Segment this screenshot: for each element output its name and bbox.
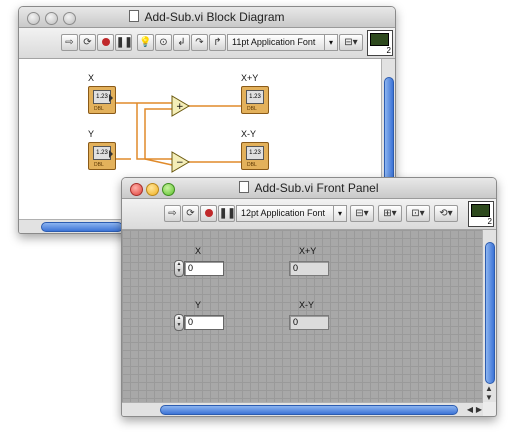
x-control-label: X xyxy=(195,246,202,256)
sum-terminal-type: DBL xyxy=(247,106,257,112)
chevron-down-icon: ▾ xyxy=(333,206,346,221)
y-control-terminal[interactable]: 1.23 DBL xyxy=(88,142,116,170)
run-continuously-button[interactable]: ⟳ xyxy=(79,34,96,51)
stop-icon xyxy=(101,38,110,46)
pause-button[interactable]: ❚❚ xyxy=(115,34,133,51)
add-symbol: + xyxy=(176,102,184,112)
sum-indicator-terminal[interactable]: 1.23 DBL xyxy=(241,86,269,114)
front-panel-canvas[interactable]: X ▲ ▼ 0 Y ▲ ▼ 0 X+Y 0 X-Y 0 xyxy=(122,230,482,402)
reorder-button[interactable]: ⟲▾ xyxy=(434,205,458,222)
front-panel-window: Add-Sub.vi Front Panel ⇨ ⟳ ❚❚ 12pt Appli… xyxy=(121,177,497,417)
x-control-terminal[interactable]: 1.23 DBL xyxy=(88,86,116,114)
chevron-down-icon: ▾ xyxy=(324,35,337,50)
x-terminal-label: X xyxy=(88,73,95,83)
horizontal-scroll-thumb[interactable] xyxy=(160,405,458,415)
front-panel-titlebar[interactable]: Add-Sub.vi Front Panel xyxy=(122,178,496,199)
vi-icon[interactable]: 2 xyxy=(468,201,494,227)
front-panel-toolbar: ⇨ ⟳ ❚❚ 12pt Application Font ▾ ⊟▾ ⊞▾ ⊡▾ ⟲… xyxy=(122,199,496,230)
scroll-right-arrow-icon[interactable]: ▶ xyxy=(476,405,482,414)
diff-terminal-label: X-Y xyxy=(241,129,257,139)
sum-terminal-value: 1.23 xyxy=(246,90,264,104)
sum-indicator-label: X+Y xyxy=(299,246,317,256)
block-diagram-titlebar[interactable]: Add-Sub.vi Block Diagram xyxy=(19,7,395,28)
diff-indicator-label: X-Y xyxy=(299,300,315,310)
step-over-button[interactable]: ↷ xyxy=(191,34,208,51)
vertical-scroll-thumb[interactable] xyxy=(485,242,495,384)
window-title: Add-Sub.vi Front Panel xyxy=(122,181,496,195)
abort-button[interactable] xyxy=(97,34,114,51)
x-numeric-control[interactable]: 0 xyxy=(184,261,224,276)
font-select[interactable]: 12pt Application Font ▾ xyxy=(236,205,347,222)
y-terminal-label: Y xyxy=(88,129,95,139)
sum-numeric-indicator: 0 xyxy=(289,261,329,276)
y-control-label: Y xyxy=(195,300,202,310)
align-objects-button[interactable]: ⊟▾ xyxy=(339,34,363,51)
pause-button[interactable]: ❚❚ xyxy=(218,205,236,222)
front-panel-horizontal-scrollbar[interactable]: ◀ ▶ xyxy=(122,402,483,416)
stop-icon xyxy=(204,209,213,217)
abort-button[interactable] xyxy=(200,205,217,222)
front-panel-vertical-scrollbar[interactable]: ▲ ▼ xyxy=(482,230,496,402)
retain-wire-values-button[interactable]: ⊙ xyxy=(155,34,172,51)
vi-icon-number: 2 xyxy=(386,46,391,55)
sum-terminal-label: X+Y xyxy=(241,73,259,83)
scroll-down-arrow-icon[interactable]: ▼ xyxy=(485,393,493,402)
window-title: Add-Sub.vi Block Diagram xyxy=(19,10,395,24)
y-increment-decrement[interactable]: ▲ ▼ xyxy=(174,314,184,331)
run-button[interactable]: ⇨ xyxy=(164,205,181,222)
highlight-execution-button[interactable]: 💡 xyxy=(137,34,154,51)
font-select[interactable]: 11pt Application Font ▾ xyxy=(227,34,338,51)
window-title-text: Add-Sub.vi Front Panel xyxy=(254,181,379,195)
y-numeric-control[interactable]: 0 xyxy=(184,315,224,330)
vi-icon-number: 2 xyxy=(487,217,492,226)
scroll-up-arrow-icon[interactable]: ▲ xyxy=(485,384,493,393)
block-diagram-toolbar: ⇨ ⟳ ❚❚ 💡 ⊙ ↲ ↷ ↱ 11pt Application Font ▾ … xyxy=(19,28,395,59)
align-objects-button[interactable]: ⊟▾ xyxy=(350,205,374,222)
step-into-button[interactable]: ↲ xyxy=(173,34,190,51)
font-select-label: 12pt Application Font xyxy=(241,208,326,218)
diff-indicator-terminal[interactable]: 1.23 DBL xyxy=(241,142,269,170)
run-button[interactable]: ⇨ xyxy=(61,34,78,51)
document-icon xyxy=(239,181,250,193)
window-title-text: Add-Sub.vi Block Diagram xyxy=(144,10,285,24)
y-terminal-type: DBL xyxy=(94,162,104,168)
x-terminal-type: DBL xyxy=(94,106,104,112)
step-out-button[interactable]: ↱ xyxy=(209,34,226,51)
distribute-objects-button[interactable]: ⊞▾ xyxy=(378,205,402,222)
diff-numeric-indicator: 0 xyxy=(289,315,329,330)
vi-icon[interactable]: 2 xyxy=(367,30,393,56)
diff-terminal-type: DBL xyxy=(247,162,257,168)
vi-icon-screen xyxy=(471,204,490,217)
font-select-label: 11pt Application Font xyxy=(232,37,316,47)
run-continuously-button[interactable]: ⟳ xyxy=(182,205,199,222)
horizontal-scroll-thumb[interactable] xyxy=(41,222,123,232)
scroll-left-arrow-icon[interactable]: ◀ xyxy=(467,405,473,414)
sub-symbol: − xyxy=(176,158,184,168)
terminal-output-icon xyxy=(109,94,113,102)
diff-terminal-value: 1.23 xyxy=(246,146,264,160)
vi-icon-screen xyxy=(370,33,389,46)
document-icon xyxy=(129,10,140,22)
terminal-output-icon xyxy=(109,150,113,158)
resize-objects-button[interactable]: ⊡▾ xyxy=(406,205,430,222)
x-increment-decrement[interactable]: ▲ ▼ xyxy=(174,260,184,277)
